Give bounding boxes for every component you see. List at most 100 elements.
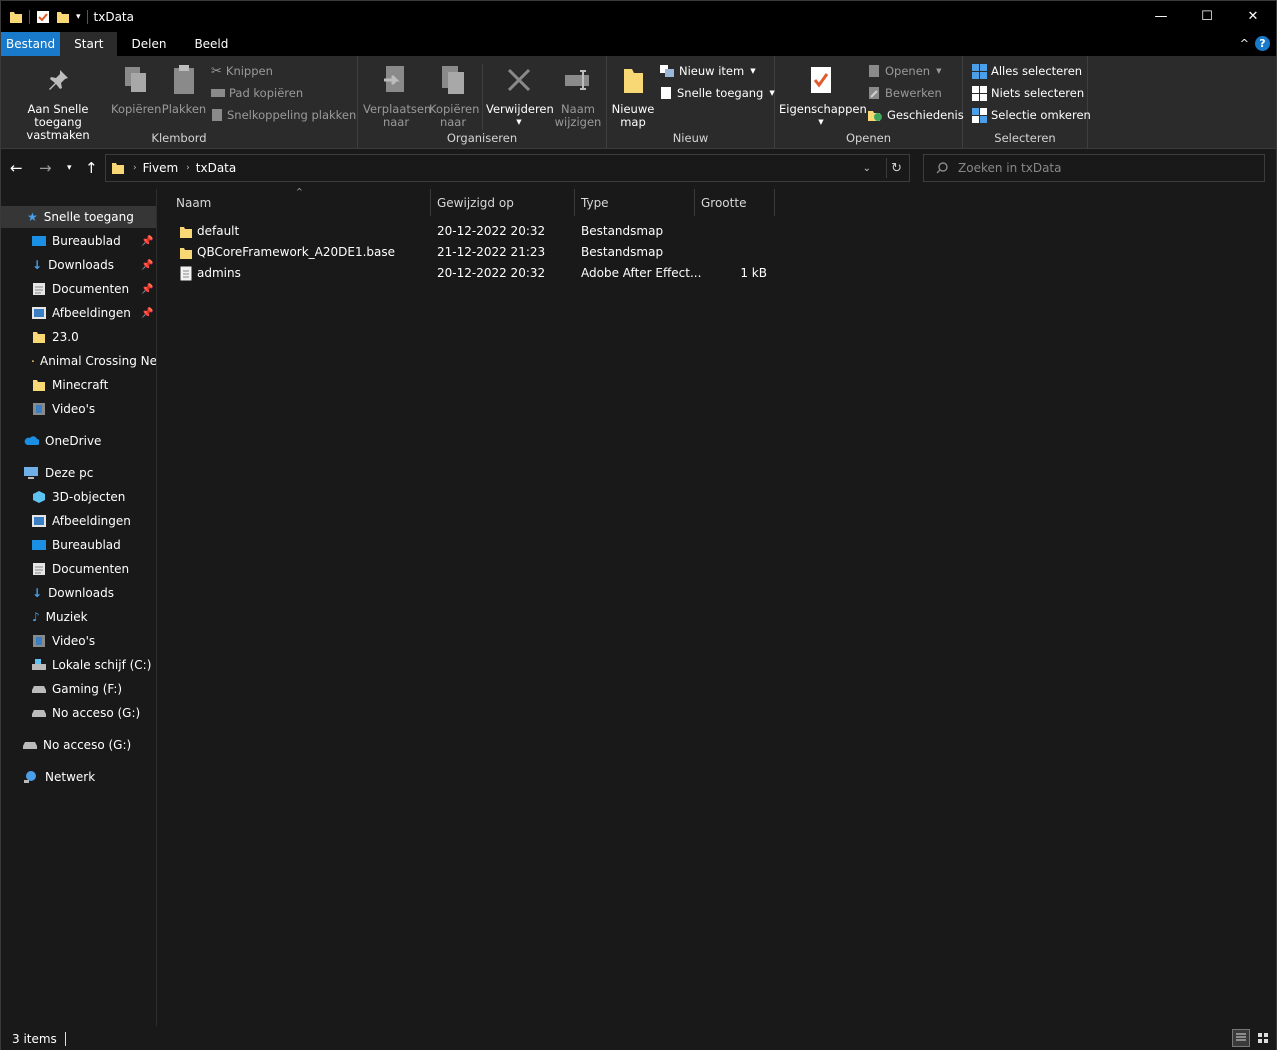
cut-button[interactable]: ✂ Knippen (211, 61, 273, 81)
address-dropdown-chevron-icon[interactable]: ⌄ (863, 163, 871, 174)
invert-selection-button[interactable]: Selectie omkeren (972, 105, 1091, 125)
search-input[interactable]: Zoeken in txData (923, 154, 1265, 182)
edit-button[interactable]: Bewerken (867, 83, 942, 103)
table-row[interactable]: default 20-12-2022 20:32 Bestandsmap (175, 221, 795, 242)
sidebar-item-folder[interactable]: 23.0 (1, 326, 156, 348)
sidebar-item-this-pc[interactable]: Deze pc (1, 462, 156, 484)
delete-dropdown-icon[interactable]: ▼ (486, 116, 552, 129)
recent-locations-chevron-icon[interactable]: ▾ (67, 163, 72, 173)
sidebar-item-videos[interactable]: Video's (1, 630, 156, 652)
close-button[interactable]: ✕ (1230, 1, 1276, 32)
copy-to-button[interactable]: Kopiëren naar (429, 62, 479, 129)
search-placeholder: Zoeken in txData (958, 161, 1062, 175)
easy-access-button[interactable]: Snelle toegang ▼ (659, 83, 775, 103)
history-button[interactable]: Geschiedenis (867, 105, 964, 125)
table-row[interactable]: QBCoreFramework_A20DE1.base 21-12-2022 2… (175, 242, 795, 263)
sidebar-item-desktop[interactable]: Bureaublad (1, 534, 156, 556)
sidebar-item-music[interactable]: ♪ Muziek (1, 606, 156, 628)
up-arrow-icon[interactable]: ↑ (85, 159, 98, 177)
document-icon (33, 563, 45, 575)
paste-shortcut-button[interactable]: Snelkoppeling plakken (211, 105, 356, 125)
large-icons-view-icon[interactable] (1254, 1029, 1272, 1047)
tab-home[interactable]: Start (60, 32, 118, 56)
sidebar-item-documents[interactable]: Documenten (1, 558, 156, 580)
tab-share[interactable]: Delen (117, 32, 180, 56)
column-header-type[interactable]: Type (575, 189, 695, 216)
column-header-modified[interactable]: Gewijzigd op (431, 189, 575, 216)
open-button[interactable]: Openen ▼ (867, 61, 941, 81)
breadcrumb-item[interactable]: Fivem (143, 161, 179, 175)
properties-button[interactable]: Eigenschappen ▼ (779, 62, 867, 129)
new-item-button[interactable]: Nieuw item ▼ (659, 61, 756, 81)
breadcrumb-separator-icon[interactable]: › (186, 163, 190, 173)
breadcrumb-separator-icon[interactable]: › (133, 163, 137, 173)
refresh-icon[interactable]: ↻ (891, 161, 902, 176)
edit-icon (869, 87, 879, 99)
sidebar-item-quick-access[interactable]: ★ Snelle toegang (1, 206, 156, 228)
sidebar-item-drive-c[interactable]: Lokale schijf (C:) (1, 654, 156, 676)
sidebar-item-network[interactable]: Netwerk (1, 766, 156, 788)
sidebar-item-drive-f[interactable]: Gaming (F:) (1, 678, 156, 700)
column-header-size[interactable]: Grootte (695, 189, 775, 216)
pin-quick-access-button[interactable]: Aan Snelle toegang vastmaken (5, 62, 111, 142)
address-bar[interactable]: › Fivem › txData ⌄ ↻ (105, 154, 910, 182)
sidebar-item-onedrive[interactable]: OneDrive (1, 430, 156, 452)
sidebar-item-videos[interactable]: Video's (1, 398, 156, 420)
pin-icon[interactable]: 📌 (141, 308, 153, 319)
select-all-label: Alles selecteren (991, 64, 1083, 78)
window-controls: — ☐ ✕ (1138, 1, 1276, 32)
new-folder-icon[interactable] (56, 10, 70, 24)
pin-icon[interactable]: 📌 (141, 260, 153, 271)
sidebar-item-folder[interactable]: Minecraft (1, 374, 156, 396)
copy-to-icon (442, 66, 464, 94)
pin-icon[interactable]: 📌 (141, 236, 153, 247)
delete-button[interactable]: Verwijderen ▼ (486, 62, 554, 129)
collapse-ribbon-icon[interactable]: ^ (1240, 37, 1249, 50)
minimize-button[interactable]: — (1138, 1, 1184, 32)
sidebar-item-pictures[interactable]: Afbeeldingen 📌 (1, 302, 156, 324)
divider (29, 9, 30, 24)
new-folder-button[interactable]: Nieuwe map (611, 62, 655, 129)
sidebar-item-drive-g[interactable]: No acceso (G:) (1, 734, 156, 756)
customize-dropdown-icon[interactable]: ▾ (76, 12, 81, 22)
table-row[interactable]: admins 20-12-2022 20:32 Adobe After Effe… (175, 263, 795, 284)
pictures-icon (32, 307, 46, 319)
computer-icon (24, 467, 38, 479)
select-all-button[interactable]: Alles selecteren (972, 61, 1082, 81)
divider (86, 9, 88, 24)
file-size: 1 kB (740, 266, 767, 280)
back-arrow-icon[interactable]: ← (10, 159, 23, 177)
help-icon[interactable]: ? (1255, 36, 1270, 51)
rename-label-2: wijzigen (554, 115, 602, 129)
column-header-name[interactable]: Naam (170, 189, 431, 216)
organize-group: Verplaatsen naar Kopiëren naar Verwijder… (358, 56, 607, 149)
sidebar-item-3d-objects[interactable]: 3D-objecten (1, 486, 156, 508)
sidebar-item-drive-g[interactable]: No acceso (G:) (1, 702, 156, 724)
rename-button[interactable]: Naam wijzigen (552, 62, 604, 129)
tab-file[interactable]: Bestand (1, 32, 61, 56)
forward-arrow-icon[interactable]: → (39, 159, 52, 177)
properties-dropdown-icon[interactable]: ▼ (779, 116, 863, 129)
move-to-button[interactable]: Verplaatsen naar (363, 62, 431, 129)
sidebar-item-downloads[interactable]: ↓ Downloads (1, 582, 156, 604)
sidebar-item-downloads[interactable]: ↓ Downloads 📌 (1, 254, 156, 276)
tab-view[interactable]: Beeld (180, 32, 242, 56)
move-to-label-2: naar (382, 115, 410, 129)
sidebar-item-pictures[interactable]: Afbeeldingen (1, 510, 156, 532)
sidebar-item-desktop[interactable]: Bureaublad 📌 (1, 230, 156, 252)
properties-icon[interactable] (36, 10, 50, 24)
copy-path-button[interactable]: Pad kopiëren (211, 83, 303, 103)
maximize-button[interactable]: ☐ (1184, 1, 1230, 32)
paste-button[interactable]: Plakken (161, 62, 207, 116)
sidebar-item-label: Netwerk (45, 770, 96, 784)
select-none-button[interactable]: Niets selecteren (972, 83, 1084, 103)
copy-button[interactable]: Kopiëren (111, 62, 161, 116)
sidebar-item-folder[interactable]: Animal Crossing Ne (1, 350, 156, 372)
sidebar-item-documents[interactable]: Documenten 📌 (1, 278, 156, 300)
sidebar-item-label: Bureaublad (52, 234, 121, 248)
file-icon (180, 266, 192, 281)
breadcrumb-item[interactable]: txData (196, 161, 236, 175)
video-icon (33, 403, 45, 415)
details-view-icon[interactable] (1232, 1029, 1250, 1047)
pin-icon[interactable]: 📌 (141, 284, 153, 295)
